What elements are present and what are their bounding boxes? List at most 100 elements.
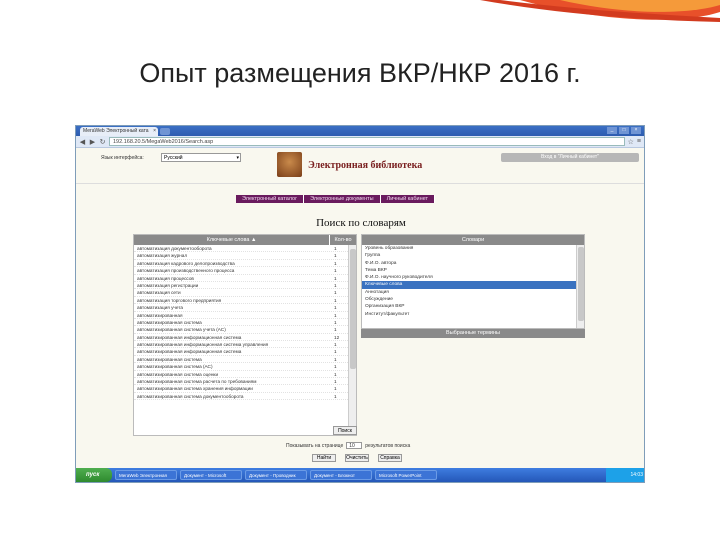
dictionary-item[interactable]: Тема ВКР	[362, 267, 584, 274]
keyword-row[interactable]: автоматизация кадрового делопроизводства…	[134, 260, 356, 268]
per-page-row: Показывать на странице 10 результатов по…	[286, 442, 410, 449]
keyword-text: автоматизированная система хранения инфо…	[137, 386, 253, 392]
start-button[interactable]: пуск	[76, 468, 112, 482]
dictionary-item[interactable]: Ф.И.О. автора	[362, 260, 584, 267]
dictionary-item[interactable]: Аннотация	[362, 289, 584, 296]
dictionary-item[interactable]: Группа	[362, 252, 584, 259]
login-button[interactable]: Вход в "Личный кабинет"	[501, 153, 639, 162]
taskbar-item[interactable]: Документ - Блокнот	[310, 470, 372, 480]
count-column-header[interactable]: Кол-во	[330, 235, 356, 245]
close-window-button[interactable]: ×	[631, 127, 641, 134]
dictionary-item[interactable]: Ключевые слова	[362, 281, 584, 289]
system-clock: 14:03	[606, 468, 644, 482]
keyword-row[interactable]: автоматизация документооборота 1	[134, 245, 356, 253]
keyword-row[interactable]: автоматизированная система 1	[134, 319, 356, 327]
keyword-row[interactable]: автоматизация торгового предприятия 1	[134, 297, 356, 305]
keyword-text: автоматизация журнал	[137, 253, 188, 259]
keywords-scrollbar[interactable]	[348, 245, 356, 435]
keyword-text: автоматизированная информационная систем…	[137, 349, 242, 355]
scrollbar-thumb[interactable]	[350, 249, 356, 369]
taskbar-item[interactable]: Документ - Проводник	[245, 470, 307, 480]
library-logo	[277, 152, 302, 177]
language-label: Язык интерфейса:	[101, 155, 144, 161]
keyword-row[interactable]: автоматизация сети 1	[134, 289, 356, 297]
new-tab-button[interactable]	[160, 128, 170, 135]
chosen-terms-header: Выбранные термины	[361, 329, 585, 338]
keyword-text: автоматизированная система документообор…	[137, 393, 244, 399]
keyword-text: автоматизированная информационная систем…	[137, 342, 269, 348]
action-buttons: Найти Очистить Справка	[312, 454, 402, 462]
taskbar-item[interactable]: Microsoft PowerPoint	[375, 470, 437, 480]
main-menu: Электронный каталог Электронные документ…	[236, 195, 436, 203]
dictionaries-title: Словари	[461, 237, 485, 243]
keyword-text: автоматизация производственного процесса	[137, 268, 235, 274]
tab-close-icon[interactable]: ×	[153, 127, 156, 136]
keyword-column-header[interactable]: Ключевые слова ▲	[134, 235, 330, 245]
dictionary-item[interactable]: Организация ВКР	[362, 303, 584, 310]
per-page-suffix: результатов поиска	[365, 442, 411, 449]
keyword-row[interactable]: автоматизированная 1	[134, 312, 356, 319]
keyword-row[interactable]: автоматизированная система документообор…	[134, 393, 356, 401]
keyword-row[interactable]: автоматизированная информационная систем…	[134, 334, 356, 342]
reload-icon[interactable]: ↻	[99, 138, 106, 146]
dictionary-item[interactable]: Ф.И.О. научного руководителя	[362, 274, 584, 281]
keyword-text: автоматизированная информационная систем…	[137, 334, 242, 340]
keyword-text: автоматизированная система учета (АС)	[137, 327, 226, 333]
dictionary-item[interactable]: Институт/факультет	[362, 311, 584, 318]
search-button[interactable]: Поиск	[333, 426, 357, 435]
address-bar: ◀ ▶ ↻ 192.168.20.5/MegaWeb2016/Search.as…	[76, 136, 644, 148]
keyword-row[interactable]: автоматизация процессов 1	[134, 275, 356, 282]
keyword-row[interactable]: автоматизированная система учета (АС) 1	[134, 326, 356, 334]
keyword-text: автоматизация торгового предприятия	[137, 297, 222, 303]
browser-window: МегаWeb Электронный ката × _ □ × ◀ ▶ ↻ 1…	[75, 125, 645, 483]
help-button[interactable]: Справка	[378, 454, 402, 462]
search-title: Поиск по словарям	[316, 217, 406, 229]
minimize-button[interactable]: _	[607, 127, 617, 134]
dictionary-item[interactable]: Обсуждение	[362, 296, 584, 303]
keyword-row[interactable]: автоматизированная система (АС) 1	[134, 363, 356, 371]
menu-item-cabinet[interactable]: Личный кабинет	[380, 195, 436, 203]
menu-item-catalog[interactable]: Электронный каталог	[236, 195, 305, 203]
keyword-row[interactable]: автоматизация регистрации 1	[134, 282, 356, 290]
find-button[interactable]: Найти	[312, 454, 336, 462]
keyword-row[interactable]: автоматизация журнал 1	[134, 252, 356, 260]
scrollbar-thumb[interactable]	[578, 247, 584, 321]
keywords-panel: Ключевые слова ▲ Кол-во автоматизация до…	[133, 234, 357, 436]
keywords-header: Ключевые слова ▲ Кол-во	[134, 235, 356, 245]
keyword-text: автоматизированная система оценки	[137, 371, 219, 377]
keyword-row[interactable]: автоматизированная система 1	[134, 356, 356, 364]
per-page-select[interactable]: 10	[346, 442, 363, 449]
forward-icon[interactable]: ▶	[89, 138, 96, 146]
dictionaries-scrollbar[interactable]	[576, 245, 584, 328]
keyword-text: автоматизированная система расчета по тр…	[137, 379, 257, 385]
keyword-row[interactable]: автоматизированная информационная систем…	[134, 348, 356, 356]
url-input[interactable]: 192.168.20.5/MegaWeb2016/Search.asp	[109, 137, 625, 146]
maximize-button[interactable]: □	[619, 127, 629, 134]
keyword-text: автоматизированная	[137, 312, 183, 318]
menu-item-documents[interactable]: Электронные документы	[304, 195, 381, 203]
menu-icon[interactable]: ≡	[637, 138, 641, 145]
bookmark-star-icon[interactable]: ☆	[628, 138, 634, 146]
browser-tab[interactable]: МегаWeb Электронный ката ×	[80, 127, 158, 136]
keyword-row[interactable]: автоматизированная информационная систем…	[134, 341, 356, 349]
keyword-row[interactable]: автоматизированная система хранения инфо…	[134, 385, 356, 393]
clear-button[interactable]: Очистить	[345, 454, 369, 462]
taskbar-item[interactable]: МегаWeb Электронная	[115, 470, 177, 480]
keyword-row[interactable]: автоматизированная система расчета по тр…	[134, 378, 356, 386]
per-page-label: Показывать на странице	[286, 442, 344, 449]
web-page: Язык интерфейса: Русский Электронная биб…	[76, 148, 644, 470]
library-title: Электронная библиотека	[308, 160, 423, 171]
dictionary-item[interactable]: Уровень образования	[362, 245, 584, 252]
back-icon[interactable]: ◀	[79, 138, 86, 146]
dictionaries-list: Уровень образования Группа Ф.И.О. автора Те…	[362, 245, 584, 318]
taskbar-item[interactable]: Документ - Microsoft	[180, 470, 242, 480]
keyword-row[interactable]: автоматизированная система оценки 1	[134, 371, 356, 379]
taskbar: пуск МегаWeb Электронная Документ - Micr…	[76, 468, 644, 482]
browser-tabbar: МегаWeb Электронный ката × _ □ ×	[76, 126, 644, 136]
keyword-text: автоматизация документооборота	[137, 246, 212, 251]
tab-title: МегаWeb Электронный ката	[83, 128, 149, 134]
keyword-row[interactable]: автоматизация производственного процесса…	[134, 267, 356, 275]
keyword-row[interactable]: автоматизация учета 1	[134, 304, 356, 312]
window-controls: _ □ ×	[607, 127, 641, 134]
language-select[interactable]: Русский	[161, 153, 241, 162]
